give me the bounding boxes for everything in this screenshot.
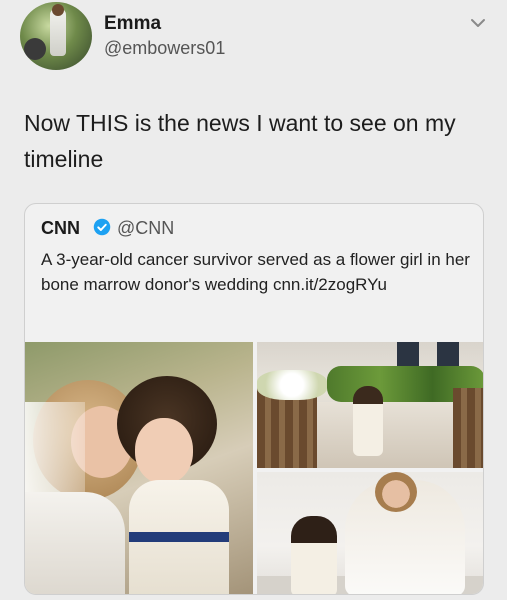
quoted-author-handle[interactable]: @CNN (117, 218, 174, 239)
photo-bride-and-flower-girl[interactable] (25, 342, 253, 594)
tweet-text: Now THIS is the news I want to see on my… (24, 110, 456, 172)
avatar-figure-head (52, 4, 64, 16)
quoted-author-name[interactable]: CNN (41, 218, 80, 239)
quoted-tweet-link[interactable]: cnn.it/2zogRYu (273, 275, 387, 294)
photo-shape (291, 516, 337, 594)
photo-shape (25, 492, 125, 594)
photo-shape (129, 532, 229, 542)
photo-shape (375, 472, 417, 512)
photo-shape (257, 370, 327, 400)
tweet-card: Emma @embowers01 Now THIS is the news I … (0, 0, 507, 600)
photo-shape (353, 386, 383, 456)
photo-shape (453, 388, 483, 468)
photo-shape (135, 418, 193, 484)
photo-wedding-aisle[interactable] (257, 342, 483, 468)
quoted-tweet-body: A 3-year-old cancer survivor served as a… (41, 250, 470, 294)
avatar-child (24, 38, 46, 60)
avatar[interactable] (20, 2, 92, 70)
quoted-tweet[interactable]: CNN @CNN A 3-year-old cancer survivor se… (24, 203, 484, 595)
photo-bride-seated-with-girl[interactable] (257, 472, 483, 594)
author-name[interactable]: Emma (104, 13, 161, 35)
verified-badge-icon (93, 218, 111, 236)
chevron-down-icon[interactable] (467, 12, 489, 34)
author-handle[interactable]: @embowers01 (104, 38, 225, 59)
quoted-tweet-text: A 3-year-old cancer survivor served as a… (41, 247, 471, 297)
